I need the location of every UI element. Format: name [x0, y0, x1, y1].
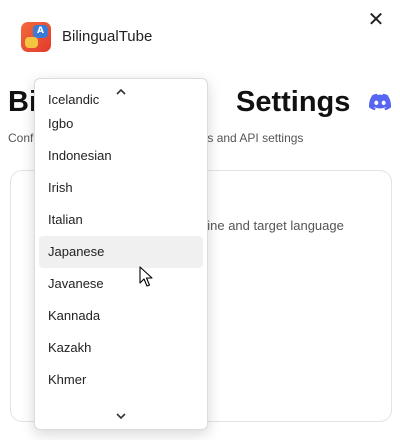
page-title-left: Bi [8, 86, 37, 118]
bilingual-logo-icon: A [21, 22, 51, 52]
language-option[interactable]: Khmer [39, 364, 203, 396]
language-dropdown[interactable]: Icelandic Igbo Indonesian Irish Italian … [34, 78, 208, 430]
language-option[interactable]: Irish [39, 172, 203, 204]
scroll-down-button[interactable] [35, 407, 207, 425]
language-option-highlighted[interactable]: Japanese [39, 236, 203, 268]
language-option[interactable]: Indonesian [39, 140, 203, 172]
card-description: gine and target language [200, 218, 344, 233]
language-option[interactable]: Italian [39, 204, 203, 236]
chevron-down-icon [116, 413, 126, 420]
subtitle-left: Conf [8, 131, 34, 145]
app-header: A BilingualTube ✕ [0, 0, 400, 72]
subtitle-right: s and API settings [207, 131, 304, 145]
discord-icon[interactable] [369, 93, 391, 111]
language-option[interactable]: Kazakh [39, 332, 203, 364]
language-option[interactable]: Javanese [39, 268, 203, 300]
page-title-right: Settings [236, 86, 351, 118]
close-icon: ✕ [367, 9, 385, 31]
language-option[interactable]: Kannada [39, 300, 203, 332]
language-option[interactable]: Igbo [39, 108, 203, 140]
language-option[interactable]: Icelandic [39, 92, 203, 108]
mouse-cursor-icon [139, 266, 153, 287]
close-button[interactable]: ✕ [364, 8, 388, 32]
language-options: Icelandic Igbo Indonesian Irish Italian … [39, 92, 203, 396]
app-name: BilingualTube [62, 28, 153, 45]
